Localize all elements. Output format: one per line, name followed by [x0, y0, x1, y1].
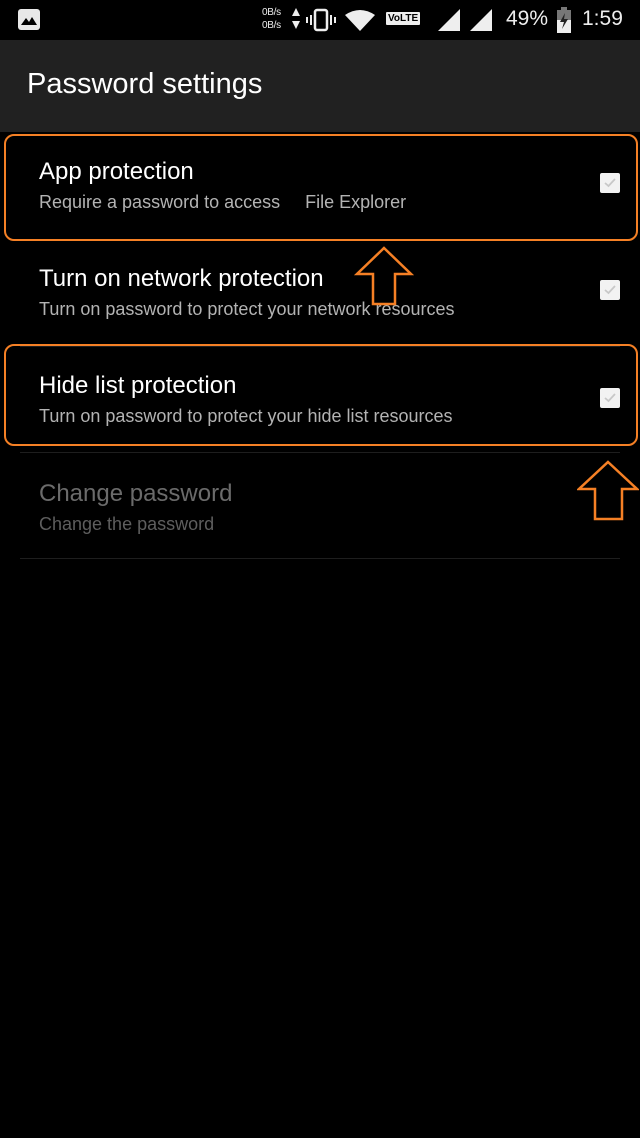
status-bar: 0B/s 0B/s VoLTE 49% 1:59	[0, 0, 640, 40]
net-up-speed: 0B/s	[262, 7, 281, 18]
pref-app-protection[interactable]: App protection Require a password to acc…	[0, 132, 640, 239]
pref-summary: Turn on password to protect your hide li…	[39, 406, 453, 426]
battery-percent: 49%	[506, 7, 549, 30]
data-transfer-icon	[292, 8, 300, 29]
image-icon	[18, 9, 40, 30]
network-speed: 0B/s 0B/s	[262, 6, 281, 32]
signal-icon-sim2	[470, 9, 492, 31]
pref-summary: Require a password to access File Explor…	[39, 192, 407, 212]
net-down-speed: 0B/s	[262, 20, 281, 31]
checkmark-icon	[604, 178, 616, 188]
pref-title: Hide list protection	[39, 372, 237, 399]
pref-summary: Turn on password to protect your network…	[39, 299, 455, 319]
pref-change-password: Change password Change the password	[0, 453, 640, 560]
pref-title: App protection	[39, 158, 194, 185]
app-protection-checkbox[interactable]	[600, 173, 620, 193]
pref-title: Turn on network protection	[39, 265, 324, 292]
page-title: Password settings	[27, 68, 263, 100]
signal-icon-sim1	[438, 9, 460, 31]
pref-title: Change password	[39, 480, 233, 507]
volte-badge: VoLTE	[386, 12, 421, 25]
app-toolbar: Password settings	[0, 40, 640, 132]
pref-network-protection[interactable]: Turn on network protection Turn on passw…	[0, 240, 640, 347]
pref-hide-list-protection[interactable]: Hide list protection Turn on password to…	[0, 347, 640, 454]
divider	[20, 558, 620, 559]
checkmark-icon	[604, 393, 616, 403]
battery-charging-icon	[557, 7, 571, 33]
hide-list-protection-checkbox[interactable]	[600, 388, 620, 408]
pref-summary: Change the password	[39, 514, 215, 534]
network-protection-checkbox[interactable]	[600, 280, 620, 300]
clock: 1:59	[582, 7, 623, 30]
checkmark-icon	[604, 285, 616, 295]
wifi-icon	[345, 10, 375, 31]
vibrate-icon	[306, 8, 336, 32]
